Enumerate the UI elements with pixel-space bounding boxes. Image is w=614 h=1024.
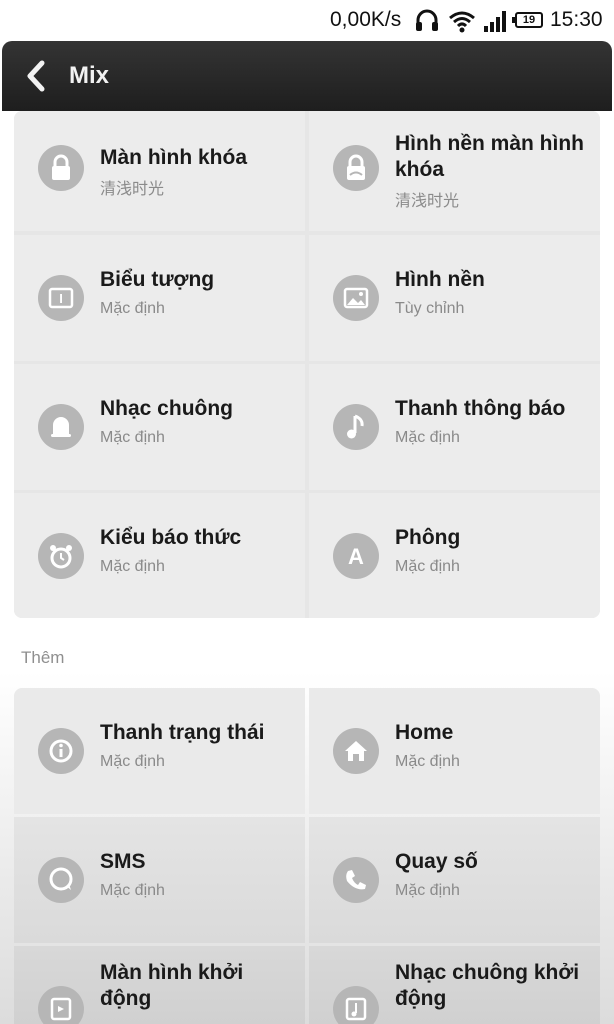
grid-item-status-bar[interactable]: Thanh trạng thái Mặc định	[14, 688, 305, 814]
component-grid-more: Thanh trạng thái Mặc định Home Mặc định …	[14, 688, 600, 1024]
item-title: Màn hình khởi động	[100, 961, 244, 1010]
item-subtitle: Mặc định	[395, 429, 460, 446]
item-subtitle: Mặc định	[100, 429, 165, 446]
item-title: Thanh thông báo	[395, 397, 566, 420]
grid-item-boot-screen[interactable]: Màn hình khởi động	[14, 946, 305, 1024]
item-title: Nhạc chuông khởi động	[395, 961, 580, 1010]
item-title: Kiểu báo thức	[100, 526, 242, 549]
grid-item-icons[interactable]: I Biểu tượng Mặc định	[14, 235, 305, 361]
grid-item-sms[interactable]: SMS Mặc định	[14, 817, 305, 943]
item-title: Màn hình khóa	[100, 146, 247, 169]
wallpaper-icon	[333, 275, 379, 321]
grid-item-wallpaper[interactable]: Hình nền Tùy chỉnh	[309, 235, 600, 361]
item-title: Hình nền màn hình khóa	[395, 132, 584, 181]
grid-item-lockscreen-wallpaper[interactable]: Hình nền màn hình khóa 清浅时光	[309, 111, 600, 231]
battery-icon: 19	[512, 12, 543, 28]
alarm-clock-icon	[38, 533, 84, 579]
grid-item-font[interactable]: A Phông Mặc định	[309, 493, 600, 618]
item-subtitle: 清浅时光	[100, 181, 165, 198]
item-subtitle: Mặc định	[395, 882, 460, 899]
item-subtitle: Tùy chỉnh	[395, 300, 465, 317]
font-icon: A	[333, 533, 379, 579]
status-bar: 0,00K/s 19 15:30	[0, 0, 614, 42]
chat-bubble-icon	[38, 857, 84, 903]
item-subtitle: Mặc định	[100, 300, 165, 317]
item-title: Biểu tượng	[100, 268, 215, 291]
headset-icon	[416, 9, 438, 31]
signal-icon	[484, 11, 506, 32]
item-subtitle: Mặc định	[395, 753, 460, 770]
action-bar: Mix	[2, 41, 612, 111]
item-title: Quay số	[395, 850, 478, 873]
clock: 15:30	[550, 8, 603, 31]
lock-wallpaper-icon	[333, 145, 379, 191]
item-title: Nhạc chuông	[100, 397, 234, 420]
item-title: SMS	[100, 850, 146, 873]
boot-sound-icon	[333, 986, 379, 1024]
grid-item-dialer[interactable]: Quay số Mặc định	[309, 817, 600, 943]
bell-icon	[38, 404, 84, 450]
item-title: Phông	[395, 526, 461, 549]
item-subtitle: Mặc định	[395, 558, 460, 575]
section-header-more: Thêm	[21, 648, 65, 667]
back-arrow-icon[interactable]	[22, 59, 52, 93]
grid-item-boot-sound[interactable]: Nhạc chuông khởi động	[309, 946, 600, 1024]
item-subtitle: Mặc định	[100, 882, 165, 899]
grid-item-home[interactable]: Home Mặc định	[309, 688, 600, 814]
grid-item-ringtone[interactable]: Nhạc chuông Mặc định	[14, 364, 305, 490]
grid-item-alarm-style[interactable]: Kiểu báo thức Mặc định	[14, 493, 305, 618]
svg-text:I: I	[59, 291, 63, 306]
wifi-icon	[449, 11, 475, 33]
theme-mix-list[interactable]: Màn hình khóa 清浅时光 Hình nền màn hình khó…	[0, 111, 614, 1024]
grid-item-notification-bar[interactable]: Thanh thông báo Mặc định	[309, 364, 600, 490]
item-title: Thanh trạng thái	[100, 721, 265, 744]
icon-pack-icon: I	[38, 275, 84, 321]
item-subtitle: 清浅时光	[395, 193, 460, 210]
home-icon	[333, 728, 379, 774]
item-subtitle: Mặc định	[100, 558, 165, 575]
phone-icon	[333, 857, 379, 903]
svg-text:A: A	[348, 544, 364, 569]
network-speed: 0,00K/s	[330, 8, 402, 31]
item-title: Home	[395, 721, 454, 744]
page-title: Mix	[69, 62, 110, 89]
grid-item-lockscreen[interactable]: Màn hình khóa 清浅时光	[14, 111, 305, 231]
info-icon	[38, 728, 84, 774]
lock-icon	[38, 145, 84, 191]
item-subtitle: Mặc định	[100, 753, 165, 770]
music-note-icon	[333, 404, 379, 450]
item-title: Hình nền	[395, 268, 485, 291]
component-grid-main: Màn hình khóa 清浅时光 Hình nền màn hình khó…	[14, 111, 600, 618]
boot-screen-icon	[38, 986, 84, 1024]
